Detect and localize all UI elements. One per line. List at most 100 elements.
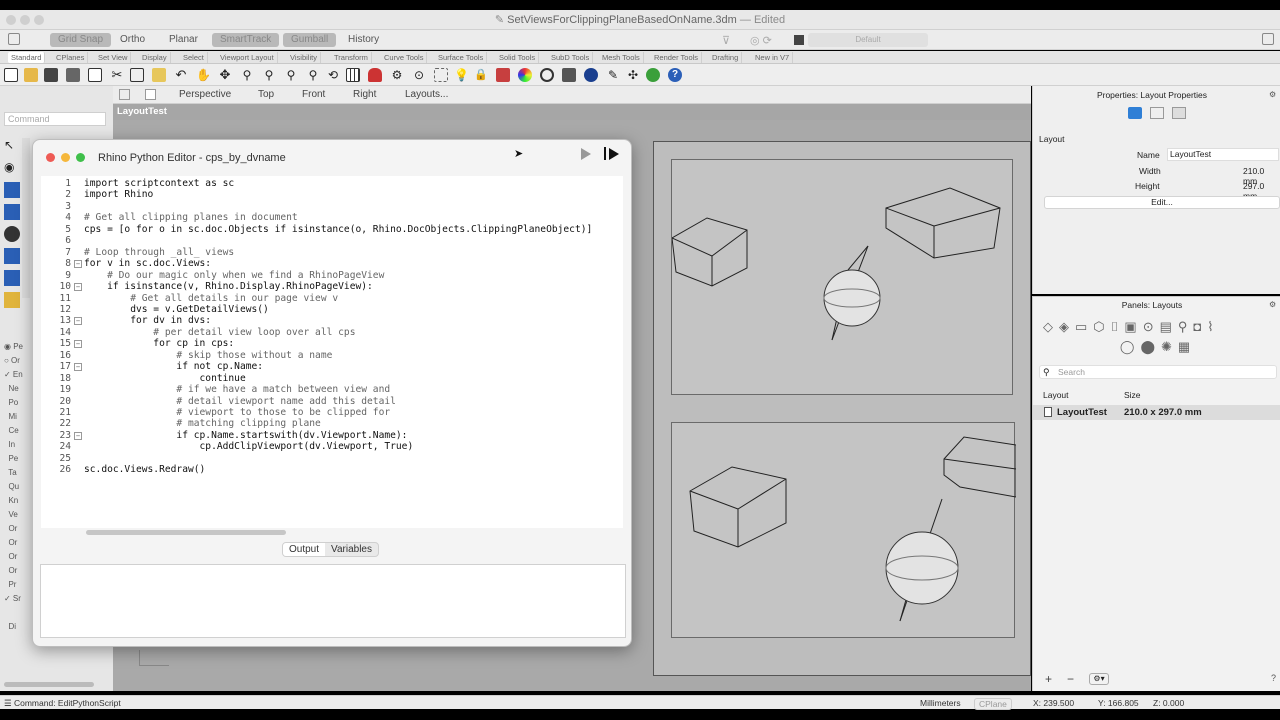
editor-zoom-button[interactable] — [76, 153, 85, 162]
table-row[interactable]: LayoutTest 210.0 x 297.0 mm — [1033, 405, 1280, 420]
tab-visibility[interactable]: Visibility — [287, 52, 321, 63]
point-icon[interactable]: ◉ — [4, 160, 20, 176]
render-icon[interactable]: ⚙ — [390, 68, 404, 82]
select-arrow-icon[interactable]: ↖ — [4, 138, 20, 154]
surface-icon[interactable] — [4, 204, 20, 220]
four-viewports-icon[interactable] — [346, 68, 360, 82]
code-line[interactable]: continue — [84, 373, 246, 384]
code-line[interactable]: # Loop through _all_ views — [84, 247, 234, 258]
tab-right[interactable]: Right — [353, 88, 376, 102]
panel-options-icon[interactable]: ⚙ — [1269, 90, 1276, 99]
sidebar-toggle-icon[interactable] — [8, 33, 20, 45]
layouts-search[interactable]: ⚲ Search — [1039, 365, 1277, 379]
select-window-icon[interactable] — [434, 68, 448, 82]
light-bulb-icon[interactable]: 💡 — [454, 68, 469, 82]
edit-layout-button[interactable]: Edit... — [1044, 196, 1280, 209]
tab-new-in-v7[interactable]: New in V7 — [752, 52, 794, 63]
tab-top[interactable]: Top — [258, 88, 274, 102]
ortho-toggle[interactable]: Ortho — [112, 33, 153, 47]
tab-output[interactable]: Output — [283, 543, 326, 556]
edit-icon[interactable]: ✎ — [606, 68, 620, 82]
tab-perspective[interactable]: Perspective — [179, 88, 231, 102]
tab-mesh-tools[interactable]: Mesh Tools — [599, 52, 644, 63]
run-script-icon[interactable] — [609, 148, 619, 160]
units-label[interactable]: Millimeters — [920, 698, 961, 708]
environment-icon[interactable] — [584, 68, 598, 82]
editor-close-button[interactable] — [46, 153, 55, 162]
polyline-icon[interactable] — [4, 182, 20, 198]
dimension-icon[interactable] — [4, 292, 20, 308]
undo-history-icon[interactable]: ◎ ⟳ — [750, 34, 772, 47]
code-line[interactable]: # viewport to those to be clipped for — [84, 407, 390, 418]
properties-icon[interactable] — [496, 68, 510, 82]
code-line[interactable]: for v in sc.doc.Views: — [84, 258, 211, 269]
single-viewport-icon[interactable] — [145, 89, 156, 100]
command-input[interactable]: Command — [4, 112, 106, 126]
new-file-icon[interactable] — [4, 68, 18, 82]
gumball-toggle[interactable]: Gumball — [283, 33, 337, 47]
help-icon[interactable]: ? — [668, 68, 682, 82]
pan-icon[interactable]: ✋ — [196, 68, 211, 82]
tab-select[interactable]: Select — [180, 52, 208, 63]
tab-standard[interactable]: Standard — [8, 52, 46, 63]
mesh-icon[interactable] — [4, 248, 20, 264]
editor-minimize-button[interactable] — [61, 153, 70, 162]
sidebar-scrollbar[interactable] — [4, 682, 94, 687]
rotate-icon[interactable]: ⊙ — [412, 68, 426, 82]
tab-curve-tools[interactable]: Curve Tools — [381, 52, 428, 63]
code-line[interactable]: if isinstance(v, Rhino.Display.RhinoPage… — [84, 281, 373, 292]
layout-view-title[interactable]: LayoutTest — [113, 104, 1031, 120]
lock-icon[interactable]: 🔒 — [474, 68, 488, 82]
grasshopper-icon[interactable]: ✣ — [626, 68, 640, 82]
grid-icon[interactable] — [4, 270, 20, 286]
rotate-view-icon[interactable]: ⟲ — [326, 68, 340, 82]
smarttrack-toggle[interactable]: SmartTrack — [212, 33, 280, 47]
code-line[interactable]: cps = [o for o in sc.doc.Objects if isin… — [84, 224, 592, 235]
output-pane[interactable] — [40, 564, 626, 638]
zoom-extents-icon[interactable]: ⚲ — [284, 68, 298, 82]
layout-page[interactable] — [653, 141, 1031, 676]
viewport-layout-icon[interactable] — [119, 89, 130, 100]
planar-toggle[interactable]: Planar — [161, 33, 206, 47]
tab-display[interactable]: Display — [139, 52, 171, 63]
cplane-select[interactable]: CPlane — [974, 698, 1012, 710]
tab-solid-tools[interactable]: Solid Tools — [496, 52, 540, 63]
zoom-icon[interactable]: ⚲ — [240, 68, 254, 82]
column-size[interactable]: Size — [1124, 390, 1141, 400]
zoom-selected-icon[interactable]: ⚲ — [306, 68, 320, 82]
fold-toggle-icon[interactable]: − — [74, 283, 82, 292]
tab-front[interactable]: Front — [302, 88, 325, 102]
fold-toggle-icon[interactable]: − — [74, 363, 82, 372]
filter-icon[interactable]: ⊽ — [722, 34, 730, 47]
add-layout-button[interactable]: + — [1045, 672, 1052, 686]
code-line[interactable]: for cp in cps: — [84, 338, 234, 349]
print-icon[interactable] — [66, 68, 80, 82]
code-line[interactable]: sc.doc.Views.Redraw() — [84, 464, 205, 475]
debug-run-icon[interactable] — [581, 148, 591, 160]
solid-icon[interactable] — [4, 226, 20, 242]
color-wheel-icon[interactable] — [518, 68, 532, 82]
code-line[interactable]: # per detail view loop over all cps — [84, 327, 355, 338]
tab-variables[interactable]: Variables — [325, 543, 378, 556]
tab-drafting[interactable]: Drafting — [709, 52, 743, 63]
code-horizontal-scrollbar[interactable] — [86, 530, 286, 535]
code-line[interactable]: # if we have a match between view and — [84, 384, 390, 395]
column-layout[interactable]: Layout — [1043, 390, 1069, 400]
remove-layout-button[interactable]: − — [1067, 672, 1074, 686]
fold-toggle-icon[interactable]: − — [74, 317, 82, 326]
package-manager-icon[interactable] — [646, 68, 660, 82]
tab-layouts[interactable]: Layouts... — [405, 88, 448, 102]
layout-name-field[interactable]: LayoutTest — [1167, 148, 1279, 161]
help-icon[interactable]: ? — [1271, 673, 1276, 683]
camera-icon[interactable] — [1128, 107, 1142, 119]
layers-icon[interactable] — [1150, 107, 1164, 119]
code-line[interactable]: if not cp.Name: — [84, 361, 263, 372]
code-line[interactable]: # Get all details in our page view v — [84, 293, 338, 304]
move-icon[interactable]: ✥ — [218, 68, 232, 82]
code-line[interactable]: import scriptcontext as sc — [84, 178, 234, 189]
display-mode-select[interactable]: Default — [808, 33, 928, 47]
detail-view-top[interactable] — [671, 159, 1013, 395]
code-line[interactable]: # matching clipping plane — [84, 418, 320, 429]
sphere-icon[interactable] — [540, 68, 554, 82]
code-line[interactable]: import Rhino — [84, 189, 153, 200]
